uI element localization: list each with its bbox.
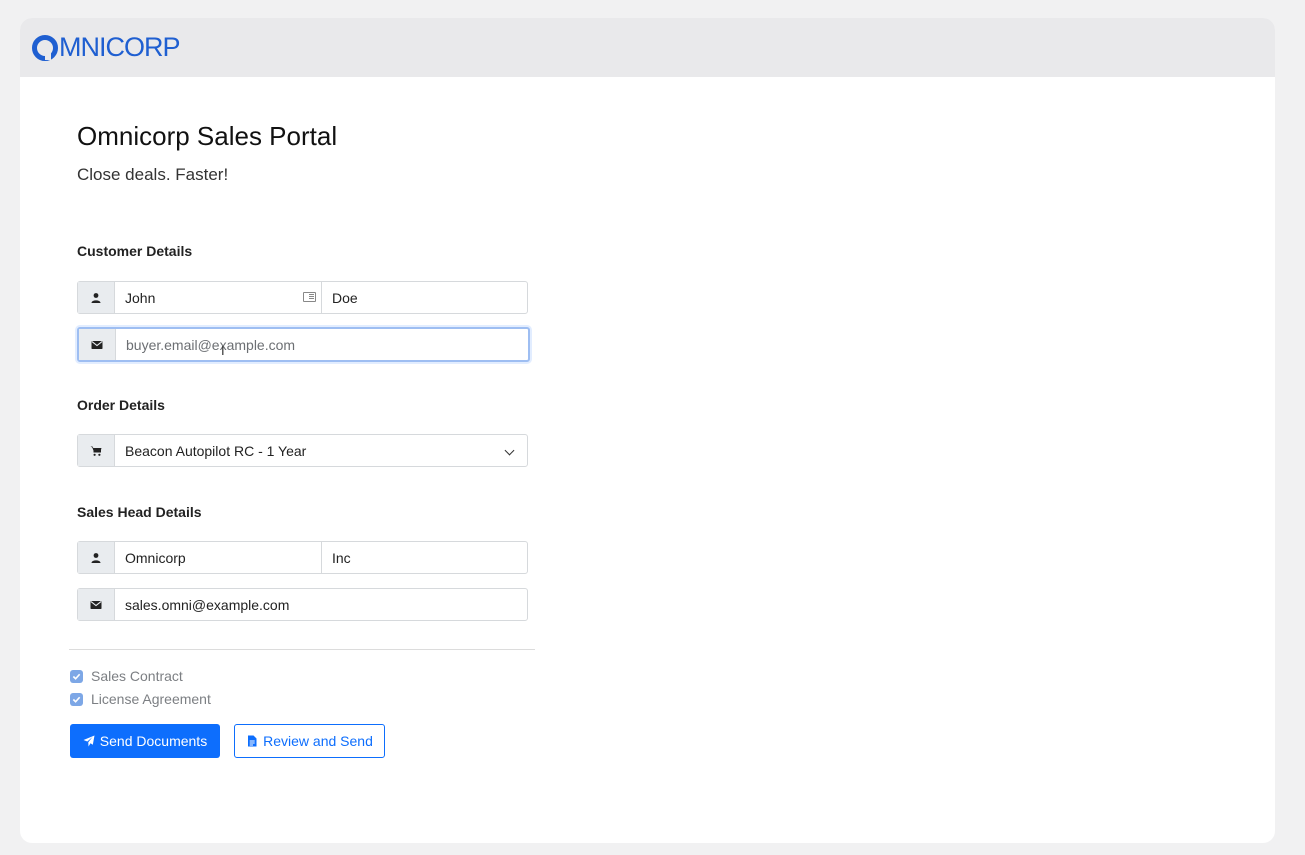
sales-head-email-group: sales.omni@example.com [77,588,528,621]
send-documents-button[interactable]: Send Documents [70,724,220,758]
customer-name-group: John Doe [77,281,528,314]
logo-ring-icon [32,34,58,61]
chevron-down-icon [504,445,515,456]
customer-last-name-input[interactable]: Doe [322,282,527,313]
sales-head-email-value: sales.omni@example.com [125,596,290,613]
review-and-send-button[interactable]: Review and Send [234,724,385,758]
user-icon [78,282,115,313]
envelope-icon [79,329,116,360]
sales-head-name-group: Omnicorp Inc [77,541,528,574]
logo-text: MNICORP [59,32,180,62]
user-icon [78,542,115,573]
customer-details-label: Customer Details [77,243,193,259]
customer-email-placeholder: buyer.email@example.com [126,336,296,353]
license-agreement-checkbox[interactable] [70,692,83,706]
file-icon [248,735,257,747]
text-cursor-icon: I [221,343,225,358]
product-select[interactable]: Beacon Autopilot RC - 1 Year [77,434,528,467]
license-agreement-label: License Agreement [91,691,211,707]
divider [69,649,535,650]
envelope-icon [78,589,115,620]
order-details-label: Order Details [77,397,165,413]
sales-head-details-label: Sales Head Details [77,504,202,520]
sales-head-last-name-value: Inc [332,549,351,566]
license-agreement-checkbox-row[interactable]: License Agreement [70,691,211,707]
paper-plane-icon [83,735,95,747]
omnicorp-logo[interactable]: MNICORP [31,32,180,63]
product-select-value: Beacon Autopilot RC - 1 Year [115,435,527,466]
selected-product: Beacon Autopilot RC - 1 Year [125,442,307,459]
sales-head-last-name-input[interactable]: Inc [322,542,527,573]
cart-icon [78,435,115,466]
customer-email-input[interactable]: buyer.email@example.com [116,329,528,360]
sales-contract-checkbox[interactable] [70,669,83,683]
sales-head-email-input[interactable]: sales.omni@example.com [115,589,527,620]
sales-contract-checkbox-row[interactable]: Sales Contract [70,668,183,684]
navbar: MNICORP [20,18,1275,77]
review-and-send-label: Review and Send [263,733,373,749]
page-title: Omnicorp Sales Portal [77,121,338,151]
contact-card-icon [303,292,316,302]
customer-first-name-input[interactable]: John [115,282,322,313]
send-documents-label: Send Documents [99,733,208,749]
page-subtitle: Close deals. Faster! [77,165,229,184]
customer-first-name-value: John [125,289,156,306]
customer-email-group: buyer.email@example.com [77,327,530,362]
page-header: Omnicorp Sales Portal Close deals. Faste… [77,121,547,185]
sales-contract-label: Sales Contract [91,668,183,684]
customer-last-name-value: Doe [332,289,358,306]
sales-head-first-name-value: Omnicorp [125,549,186,566]
sales-head-first-name-input[interactable]: Omnicorp [115,542,322,573]
